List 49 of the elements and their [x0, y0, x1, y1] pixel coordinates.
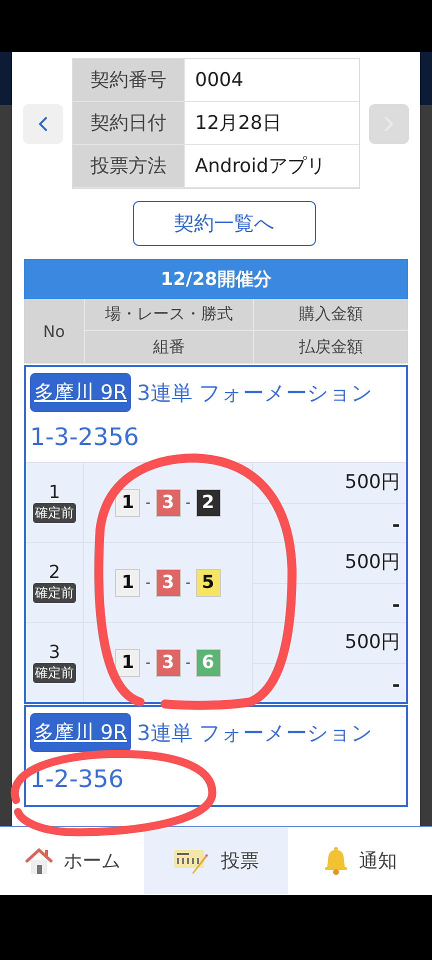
boat-number: 2 — [196, 488, 221, 517]
field-label: 投票方法 — [73, 145, 184, 188]
bet-number: 3 — [48, 642, 60, 664]
column-header: 購入金額 — [253, 299, 408, 331]
boat-number: 1 — [115, 568, 140, 597]
boat-number: 3 — [156, 648, 180, 677]
boat-number: 1 — [115, 488, 140, 517]
bet-type: 3連単 フォーメーション — [136, 380, 374, 406]
separator-text: - — [186, 574, 191, 591]
column-header: 払戻金額 — [253, 331, 408, 364]
field-value: Androidアプリ — [184, 145, 359, 188]
boat-number: 3 — [156, 568, 180, 597]
previous-button[interactable] — [23, 104, 63, 144]
nav-tab[interactable]: 投票 — [144, 827, 288, 895]
section-header: 12/28開催分 — [24, 259, 408, 299]
bell-icon — [323, 846, 349, 876]
contract-list-button[interactable]: 契約一覧へ — [132, 201, 316, 246]
combination-text: 1-3-2356 — [30, 424, 139, 450]
house-icon — [24, 847, 54, 875]
boat-number: 3 — [156, 488, 180, 517]
column-header: 組番 — [84, 331, 253, 364]
status-badge: 確定前 — [33, 503, 76, 524]
status-badge: 確定前 — [33, 583, 76, 604]
venue-link[interactable]: 多摩川 9R — [30, 713, 131, 752]
separator-text: - — [186, 654, 191, 671]
field-label: 契約番号 — [73, 59, 184, 102]
combination-text: 1-2-356 — [30, 766, 124, 793]
field-value: 0004 — [184, 59, 359, 102]
column-header: 場・レース・勝式 — [84, 299, 253, 331]
bet-type: 3連単 フォーメーション — [136, 720, 374, 747]
boat-number: 5 — [196, 568, 221, 597]
boat-number: 1 — [115, 648, 140, 677]
field-label: 契約日付 — [73, 102, 184, 145]
field-value: 12月28日 — [184, 102, 359, 145]
separator-text: - — [145, 654, 150, 671]
amount-text: 500円 — [344, 550, 401, 576]
bet-number: 1 — [48, 482, 60, 504]
venue-link[interactable]: 多摩川 9R — [30, 373, 131, 412]
amount-text: 500円 — [344, 470, 401, 496]
ballot-pencil-icon — [173, 847, 211, 875]
bet-number: 2 — [48, 562, 60, 584]
amount-text: 500円 — [344, 630, 401, 656]
status-badge: 確定前 — [33, 663, 76, 684]
separator-text: - — [145, 574, 150, 591]
separator-text: - — [145, 494, 150, 511]
boat-number: 6 — [196, 648, 221, 677]
column-header: No — [24, 299, 84, 364]
payout-text: - — [253, 662, 406, 702]
separator-text: - — [186, 494, 191, 511]
